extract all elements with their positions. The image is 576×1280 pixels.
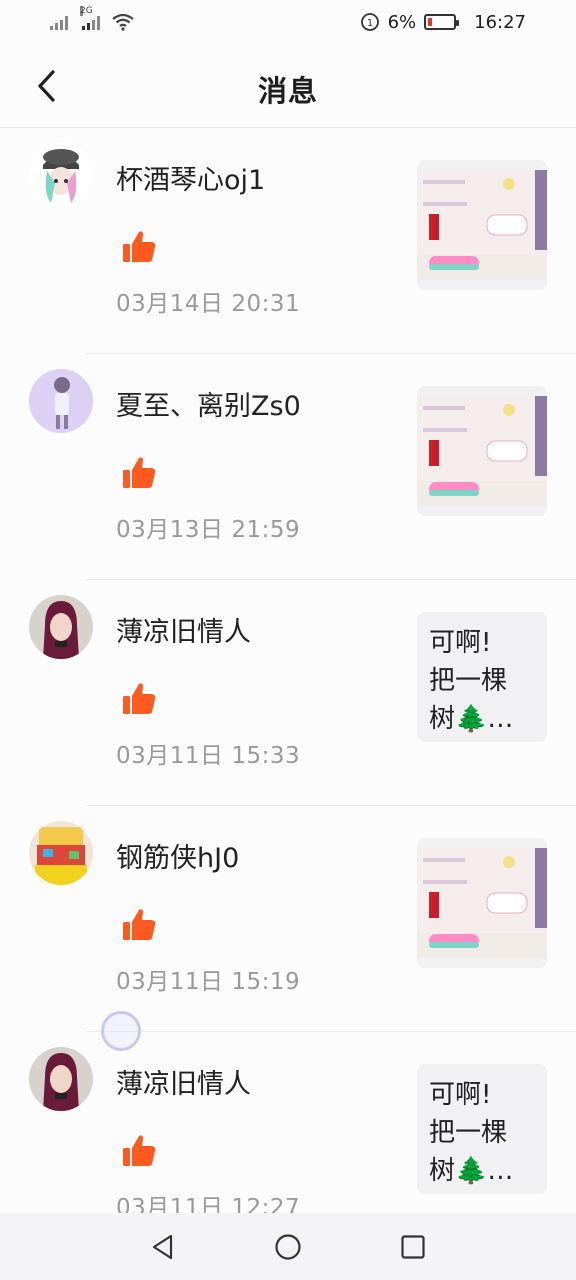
sender-name: 夏至、离别Zs0 xyxy=(116,391,301,422)
preview-line: 把一棵 xyxy=(429,1118,508,1148)
thumbs-up-icon xyxy=(123,231,156,262)
nav-recents-button[interactable] xyxy=(393,1227,433,1267)
text-preview[interactable]: 可啊! 把一棵 树🌲… xyxy=(417,1064,547,1194)
text-preview[interactable]: 可啊! 把一棵 树🌲… xyxy=(417,612,547,742)
list-item[interactable]: 薄凉旧情人 03月11日 15:33 可啊! 把一棵 树🌲… xyxy=(0,580,576,806)
room-scene-image[interactable] xyxy=(417,160,547,290)
avatar[interactable] xyxy=(29,1047,93,1111)
avatar[interactable] xyxy=(29,821,93,885)
signal-2g-icon: 2G xyxy=(80,6,100,30)
portrait-avatar-icon xyxy=(29,1047,93,1111)
volte-icon: 1 xyxy=(360,13,379,31)
circle-home-icon xyxy=(275,1233,301,1260)
signal-group: 2G xyxy=(50,6,134,31)
page-title: 消息 xyxy=(257,74,318,108)
thumbs-up-icon xyxy=(123,909,156,940)
touch-indicator xyxy=(101,1011,141,1051)
battery-icon xyxy=(424,14,460,30)
wifi-icon xyxy=(112,13,134,31)
list-item[interactable]: 杯酒琴心oj1 03月14日 20:31 xyxy=(0,128,576,354)
square-recents-icon xyxy=(401,1234,425,1259)
sender-name: 薄凉旧情人 xyxy=(116,617,251,648)
message-list[interactable]: 杯酒琴心oj1 03月14日 20:31 夏至、离别Zs0 03月13日 21:… xyxy=(0,128,576,1258)
thumbs-up-icon xyxy=(123,683,156,714)
sender-name: 杯酒琴心oj1 xyxy=(116,165,266,196)
preview-line: 树🌲… xyxy=(429,1156,514,1186)
message-time: 03月14日 20:31 xyxy=(116,291,301,317)
thumbs-up-icon xyxy=(123,1135,156,1166)
status-right: 1 6% 16:27 xyxy=(360,12,526,33)
avatar[interactable] xyxy=(29,143,93,207)
status-bar: 2G 1 6% 16:27 xyxy=(0,0,576,44)
clock: 16:27 xyxy=(474,11,526,33)
avatar[interactable] xyxy=(29,369,93,433)
list-item[interactable]: 钢筋侠hJ0 03月11日 15:19 xyxy=(0,806,576,1032)
thumbs-up-icon xyxy=(123,457,156,488)
app-header: 消息 xyxy=(0,44,576,128)
room-scene-thumbnail xyxy=(417,838,547,968)
portrait-avatar-icon xyxy=(29,595,93,659)
room-scene-thumbnail xyxy=(417,160,547,290)
svg-text:1: 1 xyxy=(366,18,372,29)
preview-line: 把一棵 xyxy=(429,666,508,696)
avatar[interactable] xyxy=(29,595,93,659)
preview-line: 可啊! xyxy=(429,628,492,658)
list-item[interactable]: 夏至、离别Zs0 03月13日 21:59 xyxy=(0,354,576,580)
room-scene-thumbnail xyxy=(417,386,547,516)
preview-line: 树🌲… xyxy=(429,704,514,734)
triangle-back-icon xyxy=(152,1234,172,1259)
sender-name: 薄凉旧情人 xyxy=(116,1069,251,1100)
room-scene-image[interactable] xyxy=(417,386,547,516)
message-time: 03月11日 15:33 xyxy=(116,743,301,769)
sender-name: 钢筋侠hJ0 xyxy=(116,843,240,874)
nav-back-button[interactable] xyxy=(143,1227,183,1267)
nav-home-button[interactable] xyxy=(268,1227,308,1267)
signal-icon xyxy=(50,14,68,30)
preview-line: 可啊! xyxy=(429,1080,492,1110)
anime-avatar-icon xyxy=(29,143,93,207)
colorful-avatar-icon xyxy=(29,821,93,885)
battery-percent: 6% xyxy=(387,11,417,33)
room-scene-image[interactable] xyxy=(417,838,547,968)
message-time: 03月11日 15:19 xyxy=(116,969,301,995)
anime-avatar-icon xyxy=(29,369,93,433)
system-nav-bar xyxy=(0,1213,576,1280)
message-time: 03月13日 21:59 xyxy=(116,517,301,543)
